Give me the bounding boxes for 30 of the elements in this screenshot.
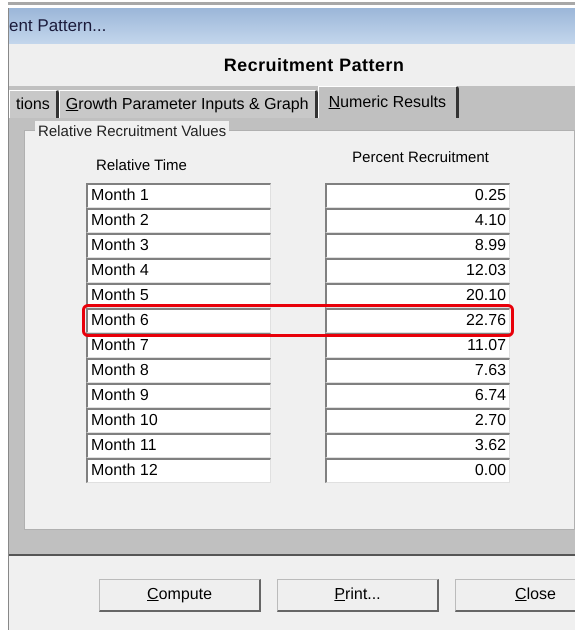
percent-field[interactable]: 4.10 xyxy=(325,208,510,233)
time-field[interactable]: Month 8 xyxy=(86,358,271,383)
column-header: Percent Recruitment xyxy=(352,148,489,168)
tab[interactable]: Numeric Results xyxy=(318,86,459,118)
dialog-button[interactable]: Print... xyxy=(277,579,439,612)
window-title: ent Pattern... xyxy=(9,15,106,38)
time-field[interactable]: Month 6 xyxy=(86,308,271,333)
percent-field[interactable]: 6.74 xyxy=(325,383,510,408)
percent-field[interactable]: 22.76 xyxy=(325,308,510,333)
time-field[interactable]: Month 9 xyxy=(86,383,271,408)
time-field[interactable]: Month 12 xyxy=(86,458,271,483)
percent-field[interactable]: 7.63 xyxy=(325,358,510,383)
percent-field[interactable]: 2.70 xyxy=(325,408,510,433)
dialog-button[interactable]: Compute xyxy=(99,579,261,612)
column-header: Relative Time xyxy=(96,156,187,176)
time-field[interactable]: Month 4 xyxy=(86,258,271,283)
percent-field[interactable]: 3.62 xyxy=(325,433,510,458)
time-field[interactable]: Month 10 xyxy=(86,408,271,433)
tab[interactable]: Growth Parameter Inputs & Graph xyxy=(58,90,318,118)
percent-field[interactable]: 0.25 xyxy=(325,183,510,208)
percent-field[interactable]: 8.99 xyxy=(325,233,510,258)
tab[interactable]: tions xyxy=(9,90,59,118)
time-field[interactable]: Month 3 xyxy=(86,233,271,258)
time-field[interactable]: Month 11 xyxy=(86,433,271,458)
time-field[interactable]: Month 1 xyxy=(86,183,271,208)
dialog-heading: Recruitment Pattern xyxy=(224,54,404,76)
percent-field[interactable]: 0.00 xyxy=(325,458,510,483)
percent-field[interactable]: 12.03 xyxy=(325,258,510,283)
time-field[interactable]: Month 2 xyxy=(86,208,271,233)
dialog-button[interactable]: Close xyxy=(455,579,575,612)
